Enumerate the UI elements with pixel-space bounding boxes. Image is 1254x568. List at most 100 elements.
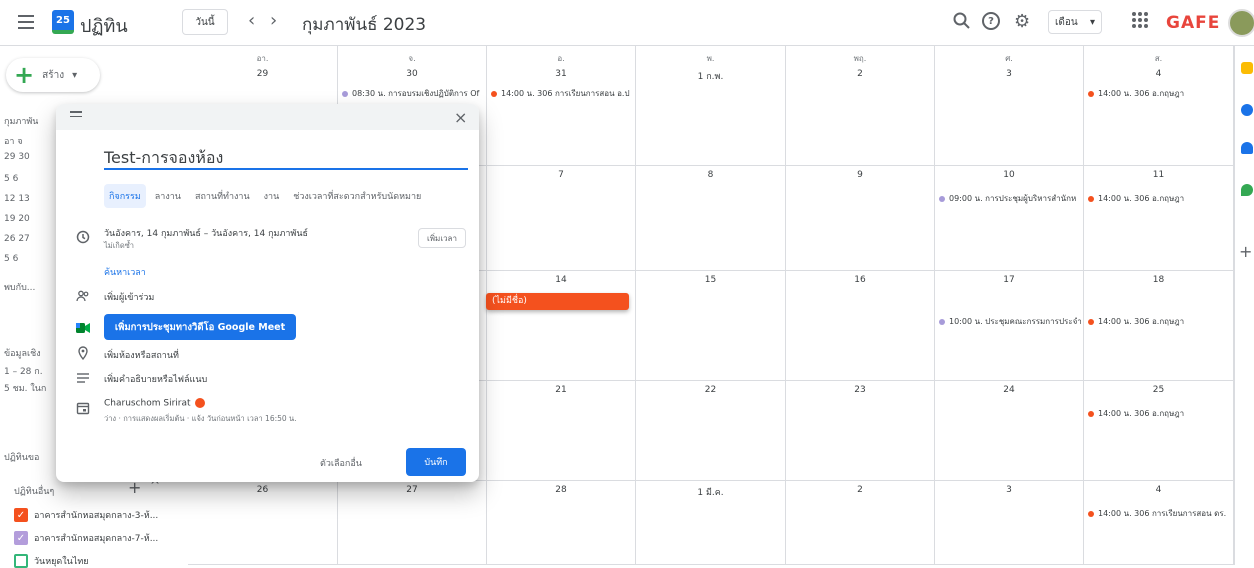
find-time-link[interactable]: ค้นหาเวลา xyxy=(104,265,146,279)
day-number[interactable]: 3 xyxy=(935,69,1083,79)
today-button[interactable]: วันนี้ xyxy=(182,9,228,35)
mini-cal-row[interactable]: 5 6 xyxy=(4,174,18,184)
day-cell[interactable]: 16 xyxy=(786,271,935,381)
event-chip[interactable]: 14:00 น. 306 การเรียนการสอน ดร. xyxy=(1088,507,1230,520)
day-cell[interactable]: 2 xyxy=(786,481,935,565)
day-number[interactable]: 3 xyxy=(935,485,1083,495)
day-cell[interactable]: 11 14:00 น. 306 อ.กฤษฎา xyxy=(1084,166,1234,271)
day-cell[interactable]: 4 14:00 น. 306 การเรียนการสอน ดร. xyxy=(1084,481,1234,565)
day-number[interactable]: 23 xyxy=(786,385,934,395)
event-chip[interactable]: 14:00 น. 306 อ.กฤษฎา xyxy=(1088,192,1230,205)
day-cell[interactable]: 15 xyxy=(636,271,786,381)
event-chip[interactable]: 14:00 น. 306 อ.กฤษฎา xyxy=(1088,315,1230,328)
day-number[interactable]: 16 xyxy=(786,275,934,285)
more-options-button[interactable]: ตัวเลือกอื่น xyxy=(320,456,362,470)
calendar-item[interactable]: วันหยุดในไทย xyxy=(14,554,89,568)
day-number[interactable]: 26 xyxy=(188,485,337,495)
day-cell[interactable]: พ. 1 ก.พ. xyxy=(636,46,786,166)
my-calendars-label[interactable]: ปฏิทินขอ xyxy=(4,450,39,464)
day-cell[interactable]: 10 09:00 น. การประชุมผู้บริหารสำนักห xyxy=(935,166,1084,271)
day-number[interactable]: 7 xyxy=(487,170,635,180)
tab-task[interactable]: งาน xyxy=(259,184,285,208)
search-icon[interactable] xyxy=(952,11,972,31)
tasks-icon[interactable] xyxy=(1241,104,1253,116)
add-description-field[interactable]: เพิ่มคำอธิบายหรือไฟล์แนบ xyxy=(104,372,207,386)
calendar-owner[interactable]: Charuschom Sirirat xyxy=(104,398,205,409)
event-chip[interactable]: 14:00 น. 306 อ.กฤษฎา xyxy=(1088,87,1230,100)
calendar-item[interactable]: ✓ อาคารสำนักหอสมุดกลาง-7-ห้... xyxy=(14,531,158,545)
day-number[interactable]: 22 xyxy=(636,385,785,395)
add-room-field[interactable]: เพิ่มห้องหรือสถานที่ xyxy=(104,348,179,362)
day-number[interactable]: 31 xyxy=(487,69,635,79)
calendar-item[interactable]: ✓ อาคารสำนักหอสมุดกลาง-3-ห้... xyxy=(14,508,158,522)
event-chip[interactable]: 09:00 น. การประชุมผู้บริหารสำนักห xyxy=(939,192,1081,205)
day-number[interactable]: 9 xyxy=(786,170,934,180)
mini-cal-row[interactable]: 19 20 xyxy=(4,214,30,224)
day-cell[interactable]: ศ. 3 xyxy=(935,46,1084,166)
people-search-input[interactable]: พบกับ... xyxy=(4,280,35,294)
add-google-meet-button[interactable]: เพิ่มการประชุมทางวิดีโอ Google Meet xyxy=(104,314,296,340)
mini-cal-row[interactable]: 12 13 xyxy=(4,194,30,204)
event-chip[interactable]: 14:00 น. 306 การเรียนการสอน อ.ป xyxy=(491,87,633,100)
tab-out-of-office[interactable]: ลางาน xyxy=(150,184,186,208)
maps-icon[interactable] xyxy=(1241,184,1253,196)
day-number[interactable]: 1 ก.พ. xyxy=(636,69,785,83)
day-cell[interactable]: 14 xyxy=(487,271,636,381)
day-number[interactable]: 8 xyxy=(636,170,785,180)
event-title-input[interactable]: Test-การจองห้อง xyxy=(104,146,468,170)
day-number[interactable]: 15 xyxy=(636,275,785,285)
day-number[interactable]: 18 xyxy=(1084,275,1233,285)
day-cell[interactable]: 18 14:00 น. 306 อ.กฤษฎา xyxy=(1084,271,1234,381)
day-number[interactable]: 10 xyxy=(935,170,1083,180)
checkbox-checked-icon[interactable]: ✓ xyxy=(14,531,28,545)
day-number[interactable]: 4 xyxy=(1084,69,1233,79)
add-addon-icon[interactable]: + xyxy=(1239,242,1252,261)
apps-grid-icon[interactable] xyxy=(1132,12,1148,28)
drag-handle-icon[interactable] xyxy=(70,111,82,120)
day-cell[interactable]: 22 xyxy=(636,381,786,481)
day-cell[interactable]: 1 มี.ค. xyxy=(636,481,786,565)
keep-icon[interactable] xyxy=(1241,62,1253,74)
day-number[interactable]: 30 xyxy=(338,69,486,79)
dialog-header[interactable]: × xyxy=(56,104,479,130)
mini-cal-row[interactable]: 5 6 xyxy=(4,254,18,264)
day-number[interactable]: 11 xyxy=(1084,170,1233,180)
contacts-icon[interactable] xyxy=(1241,142,1253,154)
day-number[interactable]: 29 xyxy=(188,69,337,79)
checkbox-checked-icon[interactable]: ✓ xyxy=(14,508,28,522)
day-cell[interactable]: 8 xyxy=(636,166,786,271)
day-cell[interactable]: 24 xyxy=(935,381,1084,481)
day-number[interactable]: 4 xyxy=(1084,485,1233,495)
day-cell[interactable]: 21 xyxy=(487,381,636,481)
previous-month-icon[interactable]: ‹ xyxy=(248,10,255,31)
mini-cal-row[interactable]: 26 27 xyxy=(4,234,30,244)
tab-working-location[interactable]: สถานที่ทำงาน xyxy=(190,184,255,208)
day-cell[interactable]: 23 xyxy=(786,381,935,481)
day-number[interactable]: 17 xyxy=(935,275,1083,285)
date-range-text[interactable]: วันอังคาร, 14 กุมภาพันธ์ – วันอังคาร, 14… xyxy=(104,226,308,240)
day-cell[interactable]: พฤ. 2 xyxy=(786,46,935,166)
next-month-icon[interactable]: › xyxy=(270,10,277,31)
day-cell[interactable]: 7 xyxy=(487,166,636,271)
avatar[interactable] xyxy=(1228,9,1254,37)
save-button[interactable]: บันทึก xyxy=(406,448,466,476)
day-cell[interactable]: 27 xyxy=(338,481,487,565)
tab-event[interactable]: กิจกรรม xyxy=(104,184,146,208)
day-cell[interactable]: 25 14:00 น. 306 อ.กฤษฎา xyxy=(1084,381,1234,481)
day-number[interactable]: 1 มี.ค. xyxy=(636,485,785,499)
mini-cal-row[interactable]: 29 30 xyxy=(4,152,30,162)
day-cell[interactable]: 26 xyxy=(188,481,338,565)
checkbox-unchecked-icon[interactable] xyxy=(14,554,28,568)
day-number[interactable]: 24 xyxy=(935,385,1083,395)
day-cell[interactable]: ส. 4 14:00 น. 306 อ.กฤษฎา xyxy=(1084,46,1234,166)
untitled-event-chip[interactable]: (ไม่มีชื่อ) xyxy=(486,293,629,310)
add-guests-field[interactable]: เพิ่มผู้เข้าร่วม xyxy=(104,290,154,304)
help-icon[interactable]: ? xyxy=(982,12,1000,30)
day-number[interactable]: 28 xyxy=(487,485,635,495)
event-chip[interactable]: 14:00 น. 306 อ.กฤษฎา xyxy=(1088,407,1230,420)
day-number[interactable]: 25 xyxy=(1084,385,1233,395)
event-chip[interactable]: 08:30 น. การอบรมเชิงปฏิบัติการ Of xyxy=(342,87,484,100)
day-cell[interactable]: 3 xyxy=(935,481,1084,565)
calendar-color-icon[interactable] xyxy=(194,398,205,408)
day-number[interactable]: 27 xyxy=(338,485,486,495)
